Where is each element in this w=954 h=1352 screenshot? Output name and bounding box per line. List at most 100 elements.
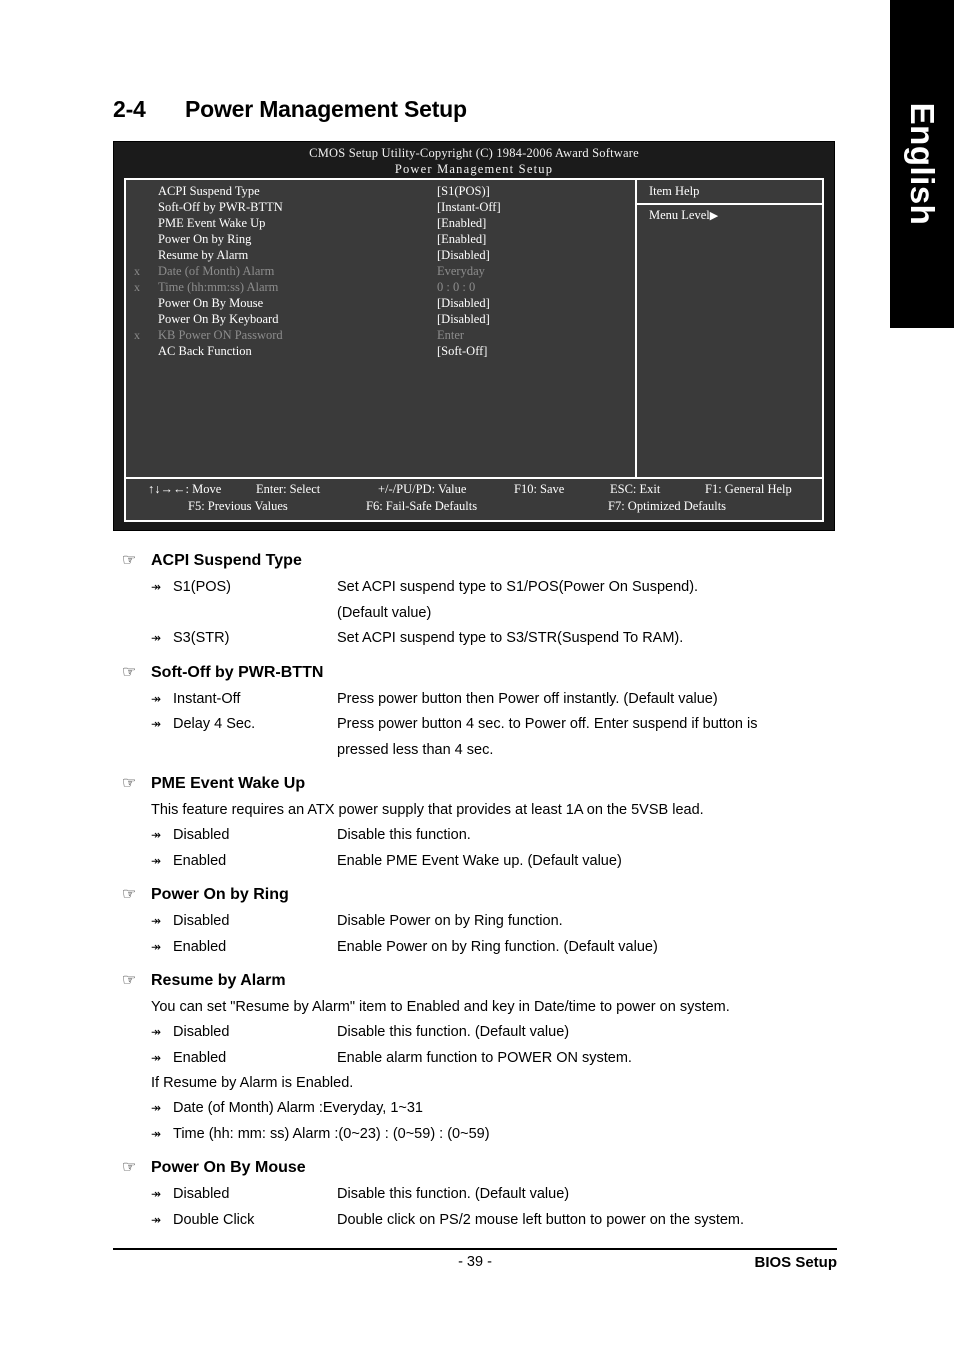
bios-setting-label: Power On by Ring xyxy=(158,232,252,246)
option-row: ↠ S1(POS) Set ACPI suspend type to S1/POS(… xyxy=(113,575,837,626)
key-f6-failsafe: F6: Fail-Safe Defaults xyxy=(366,499,478,513)
double-arrow-icon: ↠ xyxy=(151,1126,162,1141)
bios-setting-value[interactable]: 0 : 0 : 0 xyxy=(437,280,635,295)
double-arrow-icon: ↠ xyxy=(151,939,162,954)
bios-setting-value[interactable]: [Enabled] xyxy=(437,232,635,247)
key-f10-save: F10: Save xyxy=(514,482,565,496)
bios-setting-value[interactable]: Enter xyxy=(437,328,635,343)
double-arrow-icon: ↠ xyxy=(151,631,162,645)
double-arrow-icon: ↠ xyxy=(151,914,162,928)
menu-level-row: Menu Level▶ xyxy=(637,205,822,223)
option-row: ↠ Disabled Disable this function. (Default… xyxy=(113,1182,837,1208)
option-description: Enable alarm function to POWER ON system… xyxy=(337,1046,837,1072)
page-title: 2-4 Power Management Setup xyxy=(113,96,467,123)
option-description: Disable this function. (Default value) xyxy=(337,1182,837,1208)
double-arrow-icon: ↠ xyxy=(151,1187,162,1201)
bios-setting-value[interactable]: [S1(POS)] xyxy=(437,184,635,199)
menu-level-label: Menu Level xyxy=(649,208,710,222)
bios-body: ACPI Suspend Type [S1(POS)] Soft-Off by PW… xyxy=(126,180,822,477)
option-row: ↠ Time (hh: mm: ss) Alarm : (0~23) : (0~59… xyxy=(113,1122,837,1148)
option-description-line1: Set ACPI suspend type to S3/STR(Suspend … xyxy=(337,630,684,646)
bios-setting-row[interactable]: Power On By Mouse [Disabled] xyxy=(126,296,635,312)
bios-header: CMOS Setup Utility-Copyright (C) 1984-20… xyxy=(114,142,834,178)
bios-setting-value[interactable]: [Disabled] xyxy=(437,296,635,311)
option-description: Everyday, 1~31 xyxy=(323,1096,837,1122)
option-label: Disabled xyxy=(173,827,230,843)
bios-setting-row[interactable]: ACPI Suspend Type [S1(POS)] xyxy=(126,184,635,200)
doc-section-heading-text: Resume by Alarm xyxy=(151,972,286,989)
bios-setting-row[interactable]: Power On By Keyboard [Disabled] xyxy=(126,312,635,328)
option-description-line1: Disable this function. (Default value) xyxy=(337,1024,570,1040)
option-row: ↠ Enabled Enable alarm function to POWER O… xyxy=(113,1046,837,1072)
bios-setting-value[interactable]: [Enabled] xyxy=(437,216,635,231)
pointing-hand-icon: ☞ xyxy=(122,972,137,989)
option-description: Disable this function. xyxy=(337,823,837,849)
bios-frame: ACPI Suspend Type [S1(POS)] Soft-Off by PW… xyxy=(124,178,824,522)
bios-setting-label: KB Power ON Password xyxy=(158,328,283,342)
bios-setting-value[interactable]: [Soft-Off] xyxy=(437,344,635,359)
key-f7-optimized: F7: Optimized Defaults xyxy=(608,499,727,513)
bios-setting-label: Soft-Off by PWR-BTTN xyxy=(158,200,283,214)
option-description: (0~23) : (0~59) : (0~59) xyxy=(338,1122,837,1148)
doc-section-heading-text: Power On by Ring xyxy=(151,886,289,903)
option-description-line1: Disable this function. (Default value) xyxy=(337,1186,570,1202)
bios-setting-label: Power On By Keyboard xyxy=(158,312,279,326)
bios-setting-row[interactable]: Power On by Ring [Enabled] xyxy=(126,232,635,248)
option-row: ↠ Instant-Off Press power button then Powe… xyxy=(113,687,837,713)
bios-setting-value[interactable]: [Disabled] xyxy=(437,248,635,263)
pointing-hand-icon: ☞ xyxy=(122,1159,137,1176)
option-description-line1: Enable alarm function to POWER ON system… xyxy=(337,1049,632,1066)
bios-setting-value[interactable]: Everyday xyxy=(437,264,635,279)
key-enter-select: Enter: Select xyxy=(256,482,321,496)
bios-setting-row[interactable]: Resume by Alarm [Disabled] xyxy=(126,248,635,264)
bios-setting-value[interactable]: [Instant-Off] xyxy=(437,200,635,215)
bios-setting-disabled-marker: x xyxy=(134,328,140,342)
option-description: Press power button then Power off instan… xyxy=(337,687,837,713)
bios-setting-value[interactable]: [Disabled] xyxy=(437,312,635,327)
option-description: Disable this function. (Default value) xyxy=(337,1020,837,1046)
bios-setting-label: ACPI Suspend Type xyxy=(158,184,260,198)
double-arrow-icon: ↠ xyxy=(151,1212,162,1227)
bios-setting-disabled-marker: x xyxy=(134,264,140,278)
option-label: S1(POS) xyxy=(173,579,232,595)
doc-section-heading-text: Power On By Mouse xyxy=(151,1159,306,1176)
pointing-hand-icon: ☞ xyxy=(122,663,137,681)
doc-section: ☞ PME Event Wake Up This feature requires … xyxy=(113,771,837,874)
page-footer: - 39 - BIOS Setup xyxy=(113,1248,837,1276)
option-description: Double click on PS/2 mouse left button t… xyxy=(337,1208,837,1234)
option-description-line2: (Default value) xyxy=(337,604,432,621)
bios-setting-row[interactable]: x Date (of Month) Alarm Everyday xyxy=(126,264,635,280)
double-arrow-icon: ↠ xyxy=(151,691,162,706)
bios-setting-label: Date (of Month) Alarm xyxy=(158,264,275,278)
page-number: - 39 - xyxy=(458,1254,492,1270)
option-description-line1: Set ACPI suspend type to S1/POS(Power On… xyxy=(337,579,699,595)
bios-key-legend: ↑↓→←: Move Enter: Select +/-/PU/PD: Valu… xyxy=(126,477,822,520)
doc-section-heading: ☞ ACPI Suspend Type xyxy=(113,548,837,573)
doc-section-heading: ☞ PME Event Wake Up xyxy=(113,771,837,796)
option-label: Double Click xyxy=(173,1211,255,1228)
bios-setting-row[interactable]: x Time (hh:mm:ss) Alarm 0 : 0 : 0 xyxy=(126,280,635,296)
option-label: Enabled xyxy=(173,938,227,955)
bios-setting-row[interactable]: Soft-Off by PWR-BTTN [Instant-Off] xyxy=(126,200,635,216)
key-value: +/-/PU/PD: Value xyxy=(378,482,467,496)
option-description-line1: Press power button 4 sec. to Power off. … xyxy=(337,716,758,732)
option-description-line1: (0~23) : (0~59) : (0~59) xyxy=(338,1125,490,1142)
option-description: Set ACPI suspend type to S1/POS(Power On… xyxy=(337,575,837,626)
doc-section: ☞ Power On by Ring ↠ Disabled Disable Power … xyxy=(113,882,837,960)
option-description-line1: Enable Power on by Ring function. (Defau… xyxy=(337,938,658,955)
option-description-line1: Double click on PS/2 mouse left button t… xyxy=(337,1211,745,1228)
bios-settings-list: ACPI Suspend Type [S1(POS)] Soft-Off by PW… xyxy=(126,180,637,477)
key-esc-exit: ESC: Exit xyxy=(610,482,661,496)
bios-setting-row[interactable]: x KB Power ON Password Enter xyxy=(126,328,635,344)
double-arrow-icon: ↠ xyxy=(151,580,162,594)
doc-section-heading: ☞ Power On by Ring xyxy=(113,882,837,907)
double-arrow-icon: ↠ xyxy=(151,828,162,842)
doc-section-heading: ☞ Soft-Off by PWR-BTTN xyxy=(113,660,837,685)
page-title-number: 2-4 xyxy=(113,96,146,122)
doc-section: ☞ Power On By Mouse ↠ Disabled Disable this … xyxy=(113,1155,837,1233)
option-description: Enable PME Event Wake up. (Default value… xyxy=(337,849,837,875)
bios-setting-row[interactable]: PME Event Wake Up [Enabled] xyxy=(126,216,635,232)
page-content: 2-4 Power Management Setup CMOS Setup Uti… xyxy=(113,0,837,1352)
double-arrow-icon: ↠ xyxy=(151,717,162,731)
bios-setting-row[interactable]: AC Back Function [Soft-Off] xyxy=(126,344,635,360)
